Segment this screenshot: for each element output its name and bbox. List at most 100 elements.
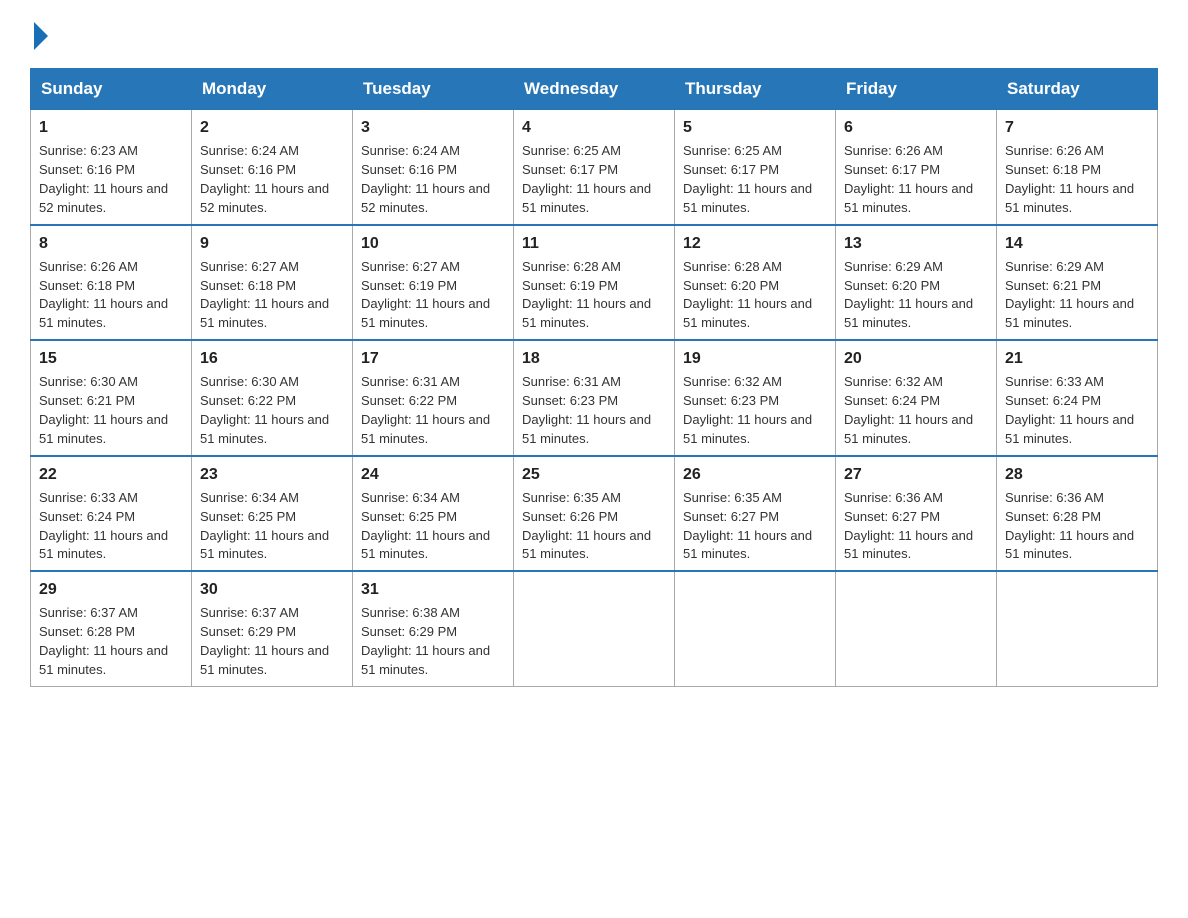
daylight-label: Daylight: 11 hours and 51 minutes.	[200, 412, 329, 446]
daylight-label: Daylight: 11 hours and 52 minutes.	[200, 181, 329, 215]
calendar-day-header: Thursday	[675, 69, 836, 110]
calendar-day-cell: 27 Sunrise: 6:36 AM Sunset: 6:27 PM Dayl…	[836, 456, 997, 572]
calendar-table: SundayMondayTuesdayWednesdayThursdayFrid…	[30, 68, 1158, 687]
day-number: 19	[683, 347, 827, 370]
day-number: 4	[522, 116, 666, 139]
calendar-day-cell: 30 Sunrise: 6:37 AM Sunset: 6:29 PM Dayl…	[192, 571, 353, 686]
sunset-label: Sunset: 6:21 PM	[39, 393, 135, 408]
calendar-day-cell: 24 Sunrise: 6:34 AM Sunset: 6:25 PM Dayl…	[353, 456, 514, 572]
calendar-day-cell: 20 Sunrise: 6:32 AM Sunset: 6:24 PM Dayl…	[836, 340, 997, 456]
daylight-label: Daylight: 11 hours and 51 minutes.	[39, 296, 168, 330]
daylight-label: Daylight: 11 hours and 51 minutes.	[200, 643, 329, 677]
day-number: 1	[39, 116, 183, 139]
daylight-label: Daylight: 11 hours and 51 minutes.	[844, 412, 973, 446]
calendar-day-cell: 31 Sunrise: 6:38 AM Sunset: 6:29 PM Dayl…	[353, 571, 514, 686]
calendar-week-row: 1 Sunrise: 6:23 AM Sunset: 6:16 PM Dayli…	[31, 110, 1158, 225]
calendar-week-row: 22 Sunrise: 6:33 AM Sunset: 6:24 PM Dayl…	[31, 456, 1158, 572]
calendar-day-cell	[675, 571, 836, 686]
calendar-day-cell: 8 Sunrise: 6:26 AM Sunset: 6:18 PM Dayli…	[31, 225, 192, 341]
daylight-label: Daylight: 11 hours and 51 minutes.	[361, 412, 490, 446]
sunset-label: Sunset: 6:18 PM	[200, 278, 296, 293]
sunrise-label: Sunrise: 6:26 AM	[39, 259, 138, 274]
calendar-day-cell: 26 Sunrise: 6:35 AM Sunset: 6:27 PM Dayl…	[675, 456, 836, 572]
sunrise-label: Sunrise: 6:29 AM	[1005, 259, 1104, 274]
day-number: 5	[683, 116, 827, 139]
sunset-label: Sunset: 6:19 PM	[361, 278, 457, 293]
sunrise-label: Sunrise: 6:25 AM	[522, 143, 621, 158]
day-number: 18	[522, 347, 666, 370]
calendar-header-row: SundayMondayTuesdayWednesdayThursdayFrid…	[31, 69, 1158, 110]
sunrise-label: Sunrise: 6:26 AM	[844, 143, 943, 158]
sunrise-label: Sunrise: 6:32 AM	[844, 374, 943, 389]
daylight-label: Daylight: 11 hours and 51 minutes.	[361, 296, 490, 330]
sunset-label: Sunset: 6:21 PM	[1005, 278, 1101, 293]
calendar-day-cell: 13 Sunrise: 6:29 AM Sunset: 6:20 PM Dayl…	[836, 225, 997, 341]
calendar-day-cell: 1 Sunrise: 6:23 AM Sunset: 6:16 PM Dayli…	[31, 110, 192, 225]
day-number: 24	[361, 463, 505, 486]
calendar-day-cell: 15 Sunrise: 6:30 AM Sunset: 6:21 PM Dayl…	[31, 340, 192, 456]
logo	[30, 20, 48, 48]
sunset-label: Sunset: 6:24 PM	[1005, 393, 1101, 408]
calendar-day-cell: 17 Sunrise: 6:31 AM Sunset: 6:22 PM Dayl…	[353, 340, 514, 456]
day-number: 28	[1005, 463, 1149, 486]
daylight-label: Daylight: 11 hours and 52 minutes.	[361, 181, 490, 215]
calendar-day-cell: 25 Sunrise: 6:35 AM Sunset: 6:26 PM Dayl…	[514, 456, 675, 572]
sunrise-label: Sunrise: 6:34 AM	[361, 490, 460, 505]
sunset-label: Sunset: 6:29 PM	[361, 624, 457, 639]
day-number: 3	[361, 116, 505, 139]
sunset-label: Sunset: 6:22 PM	[361, 393, 457, 408]
sunset-label: Sunset: 6:24 PM	[844, 393, 940, 408]
daylight-label: Daylight: 11 hours and 51 minutes.	[39, 528, 168, 562]
sunset-label: Sunset: 6:17 PM	[683, 162, 779, 177]
sunrise-label: Sunrise: 6:24 AM	[361, 143, 460, 158]
daylight-label: Daylight: 11 hours and 51 minutes.	[39, 412, 168, 446]
daylight-label: Daylight: 11 hours and 51 minutes.	[1005, 412, 1134, 446]
sunrise-label: Sunrise: 6:36 AM	[844, 490, 943, 505]
daylight-label: Daylight: 11 hours and 51 minutes.	[844, 181, 973, 215]
calendar-day-cell	[514, 571, 675, 686]
calendar-day-header: Monday	[192, 69, 353, 110]
day-number: 2	[200, 116, 344, 139]
calendar-week-row: 15 Sunrise: 6:30 AM Sunset: 6:21 PM Dayl…	[31, 340, 1158, 456]
sunset-label: Sunset: 6:28 PM	[39, 624, 135, 639]
sunrise-label: Sunrise: 6:25 AM	[683, 143, 782, 158]
calendar-day-cell: 14 Sunrise: 6:29 AM Sunset: 6:21 PM Dayl…	[997, 225, 1158, 341]
sunrise-label: Sunrise: 6:26 AM	[1005, 143, 1104, 158]
sunrise-label: Sunrise: 6:29 AM	[844, 259, 943, 274]
calendar-day-cell: 11 Sunrise: 6:28 AM Sunset: 6:19 PM Dayl…	[514, 225, 675, 341]
daylight-label: Daylight: 11 hours and 51 minutes.	[522, 181, 651, 215]
daylight-label: Daylight: 11 hours and 51 minutes.	[683, 296, 812, 330]
calendar-day-header: Tuesday	[353, 69, 514, 110]
daylight-label: Daylight: 11 hours and 52 minutes.	[39, 181, 168, 215]
sunset-label: Sunset: 6:23 PM	[683, 393, 779, 408]
sunrise-label: Sunrise: 6:31 AM	[361, 374, 460, 389]
day-number: 10	[361, 232, 505, 255]
calendar-day-cell: 16 Sunrise: 6:30 AM Sunset: 6:22 PM Dayl…	[192, 340, 353, 456]
day-number: 31	[361, 578, 505, 601]
sunrise-label: Sunrise: 6:24 AM	[200, 143, 299, 158]
sunrise-label: Sunrise: 6:27 AM	[361, 259, 460, 274]
sunset-label: Sunset: 6:29 PM	[200, 624, 296, 639]
day-number: 20	[844, 347, 988, 370]
calendar-day-cell	[836, 571, 997, 686]
sunset-label: Sunset: 6:16 PM	[39, 162, 135, 177]
daylight-label: Daylight: 11 hours and 51 minutes.	[683, 528, 812, 562]
logo-arrow-icon	[34, 22, 48, 50]
sunset-label: Sunset: 6:17 PM	[522, 162, 618, 177]
calendar-day-cell: 3 Sunrise: 6:24 AM Sunset: 6:16 PM Dayli…	[353, 110, 514, 225]
day-number: 6	[844, 116, 988, 139]
sunrise-label: Sunrise: 6:37 AM	[39, 605, 138, 620]
day-number: 11	[522, 232, 666, 255]
day-number: 7	[1005, 116, 1149, 139]
calendar-day-cell: 2 Sunrise: 6:24 AM Sunset: 6:16 PM Dayli…	[192, 110, 353, 225]
calendar-day-cell: 10 Sunrise: 6:27 AM Sunset: 6:19 PM Dayl…	[353, 225, 514, 341]
sunset-label: Sunset: 6:28 PM	[1005, 509, 1101, 524]
calendar-day-cell: 12 Sunrise: 6:28 AM Sunset: 6:20 PM Dayl…	[675, 225, 836, 341]
calendar-day-cell: 5 Sunrise: 6:25 AM Sunset: 6:17 PM Dayli…	[675, 110, 836, 225]
day-number: 9	[200, 232, 344, 255]
day-number: 30	[200, 578, 344, 601]
day-number: 17	[361, 347, 505, 370]
sunset-label: Sunset: 6:20 PM	[683, 278, 779, 293]
calendar-day-cell: 28 Sunrise: 6:36 AM Sunset: 6:28 PM Dayl…	[997, 456, 1158, 572]
sunrise-label: Sunrise: 6:37 AM	[200, 605, 299, 620]
